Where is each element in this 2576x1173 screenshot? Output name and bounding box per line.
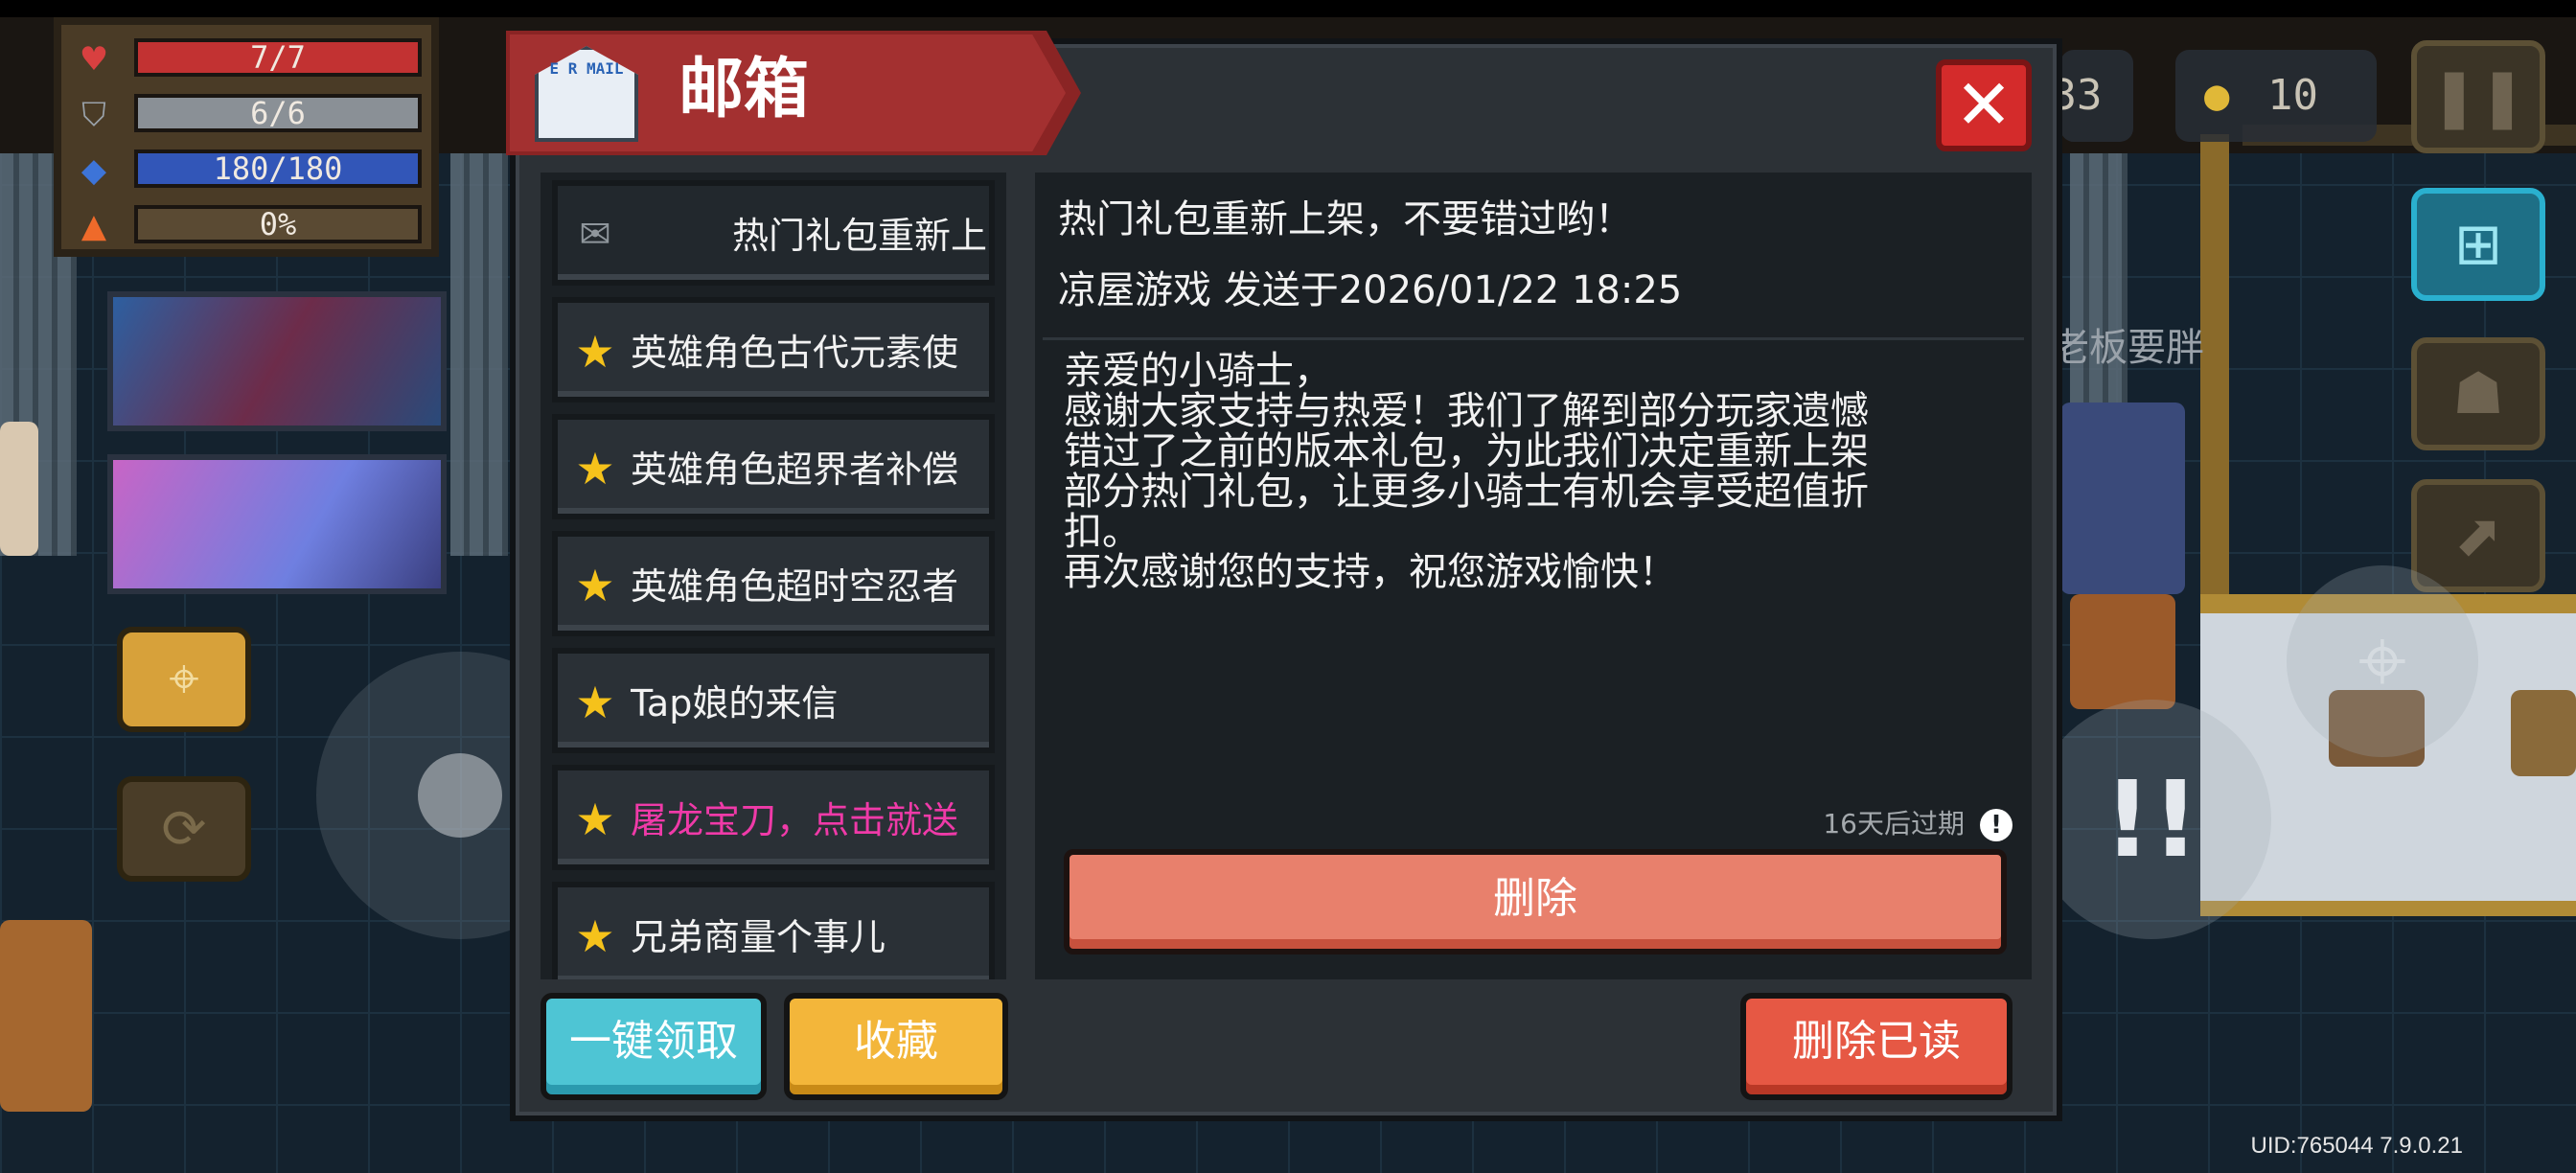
shield-icon: ⛉ [81,96,106,134]
mail-subject: 热门礼包重新上架，不要错过哟！ [1058,197,1633,242]
uid-version-label: UID:765044 7.9.0.21 [2250,1133,2464,1159]
aim-button[interactable]: ⌖ [2287,565,2478,757]
favorite-button[interactable]: 收藏 [784,993,1008,1100]
coin-icon: ● [2204,71,2230,120]
player-stats-panel: ♥ 7/7 ⛉ 6/6 ◆ 180/180 ▲ 0% [54,17,439,257]
envelope-open-icon: ✉ [579,213,611,257]
star-icon: ★ [575,443,615,494]
npc-sprite [2070,594,2175,709]
armor-bar: 6/6 [134,94,422,132]
npc-nameplate: 老板要胖 [2051,326,2204,370]
hp-bar: 7/7 [134,38,422,77]
crosshair-icon: ⌖ [2358,610,2407,711]
coin-counter: ● 10 [2175,50,2377,142]
page-title: 邮箱 [678,52,810,127]
event-banner-image[interactable] [107,291,447,431]
pause-icon: ❚❚ [2429,63,2527,130]
energy-bar: 180/180 [134,150,422,188]
mail-logo-text: E R MAIL [549,59,624,78]
star-icon: ★ [575,677,615,728]
shop-button[interactable]: ⊞ [2411,188,2545,301]
divider [1043,337,2024,340]
profile-card-icon: ☗ [2452,360,2504,427]
game-room-border [2200,901,2576,916]
close-button[interactable]: ✕ [1936,59,2032,151]
gem-counter: 233 [2060,50,2133,142]
close-icon: ✕ [1954,64,2013,145]
mail-list-item[interactable]: ★ 兄弟商量个事儿 [552,882,995,979]
pet-sprite [0,920,92,1112]
mail-list-item-selected[interactable]: ✉ 热门礼包重新上 [552,180,995,286]
exclamation-icon: ! [1980,809,2012,841]
energy-diamond-icon: ◆ [80,151,107,190]
game-pillar [2200,134,2229,594]
delete-button[interactable]: 删除 [1064,849,2007,954]
mail-item-title: 英雄角色超界者补偿 [631,448,959,491]
swap-arrows-icon: ⟳ [161,797,207,861]
mail-list-item[interactable]: ★ 英雄角色超时空忍者 [552,531,995,636]
crit-row: ▲ 0% [75,205,429,245]
mail-item-title: 兄弟商量个事儿 [631,916,886,958]
mail-item-title: 屠龙宝刀，点击就送 [631,799,959,841]
profile-button[interactable]: ☗ [2411,337,2545,450]
coin-count: 10 [2267,71,2318,120]
mail-body: 亲爱的小骑士， 感谢大家支持与热爱！我们了解到部分玩家遗憾 错过了之前的版本礼包… [1064,349,1869,594]
swap-button[interactable]: ⟳ [117,776,251,882]
cart-icon: ⊞ [2453,211,2503,278]
claim-all-button[interactable]: 一键领取 [540,993,767,1100]
expire-label: 16天后过期 [1823,808,1965,840]
mail-list-item[interactable]: ★ 英雄角色古代元素使 [552,297,995,402]
joystick-knob[interactable] [418,753,502,838]
skill-button[interactable]: !! [2032,700,2271,939]
mail-content: 热门礼包重新上架，不要错过哟！ 凉屋游戏 发送于2026/01/22 18:25… [1035,172,2032,979]
pause-button[interactable]: ❚❚ [2411,40,2545,153]
delete-read-button[interactable]: 删除已读 [1740,993,2012,1100]
mail-item-title: 英雄角色古代元素使 [631,332,959,374]
exit-button[interactable]: ⬈ [2411,479,2545,592]
mail-item-title: 英雄角色超时空忍者 [631,565,959,608]
crit-bar: 0% [134,205,422,243]
star-icon: ★ [575,326,615,378]
star-icon: ★ [575,560,615,611]
skill-icon: !! [2103,758,2200,881]
mail-sender-line: 凉屋游戏 发送于2026/01/22 18:25 [1058,268,1683,312]
armor-row: ⛉ 6/6 [75,94,429,134]
star-icon: ★ [575,910,615,962]
location-pin-icon: ⌖ [169,648,199,710]
heart-icon: ♥ [79,40,109,79]
energy-row: ◆ 180/180 [75,150,429,190]
npc-sprite [0,422,38,556]
hp-row: ♥ 7/7 [75,38,429,79]
flame-icon: ▲ [80,207,107,245]
gem-count: 233 [2060,71,2103,120]
game-column [450,153,508,556]
map-pin-button[interactable]: ⌖ [117,627,251,732]
npc-sprite [2060,402,2185,594]
mail-item-title: 热门礼包重新上 [731,215,987,257]
mail-list-item[interactable]: ★ 屠龙宝刀，点击就送 [552,765,995,870]
mail-list-item[interactable]: ★ Tap娘的来信 [552,648,995,753]
mail-item-title: Tap娘的来信 [631,682,839,724]
star-icon: ★ [575,794,615,845]
exit-arrow-icon: ⬈ [2453,502,2503,569]
mail-list[interactable]: ✉ 热门礼包重新上 ★ 英雄角色古代元素使 ★ 英雄角色超界者补偿 ★ 英雄角色… [540,172,1006,979]
board-sprite [2511,690,2576,776]
mail-list-item[interactable]: ★ 英雄角色超界者补偿 [552,414,995,519]
event-banner-image[interactable] [107,454,447,594]
